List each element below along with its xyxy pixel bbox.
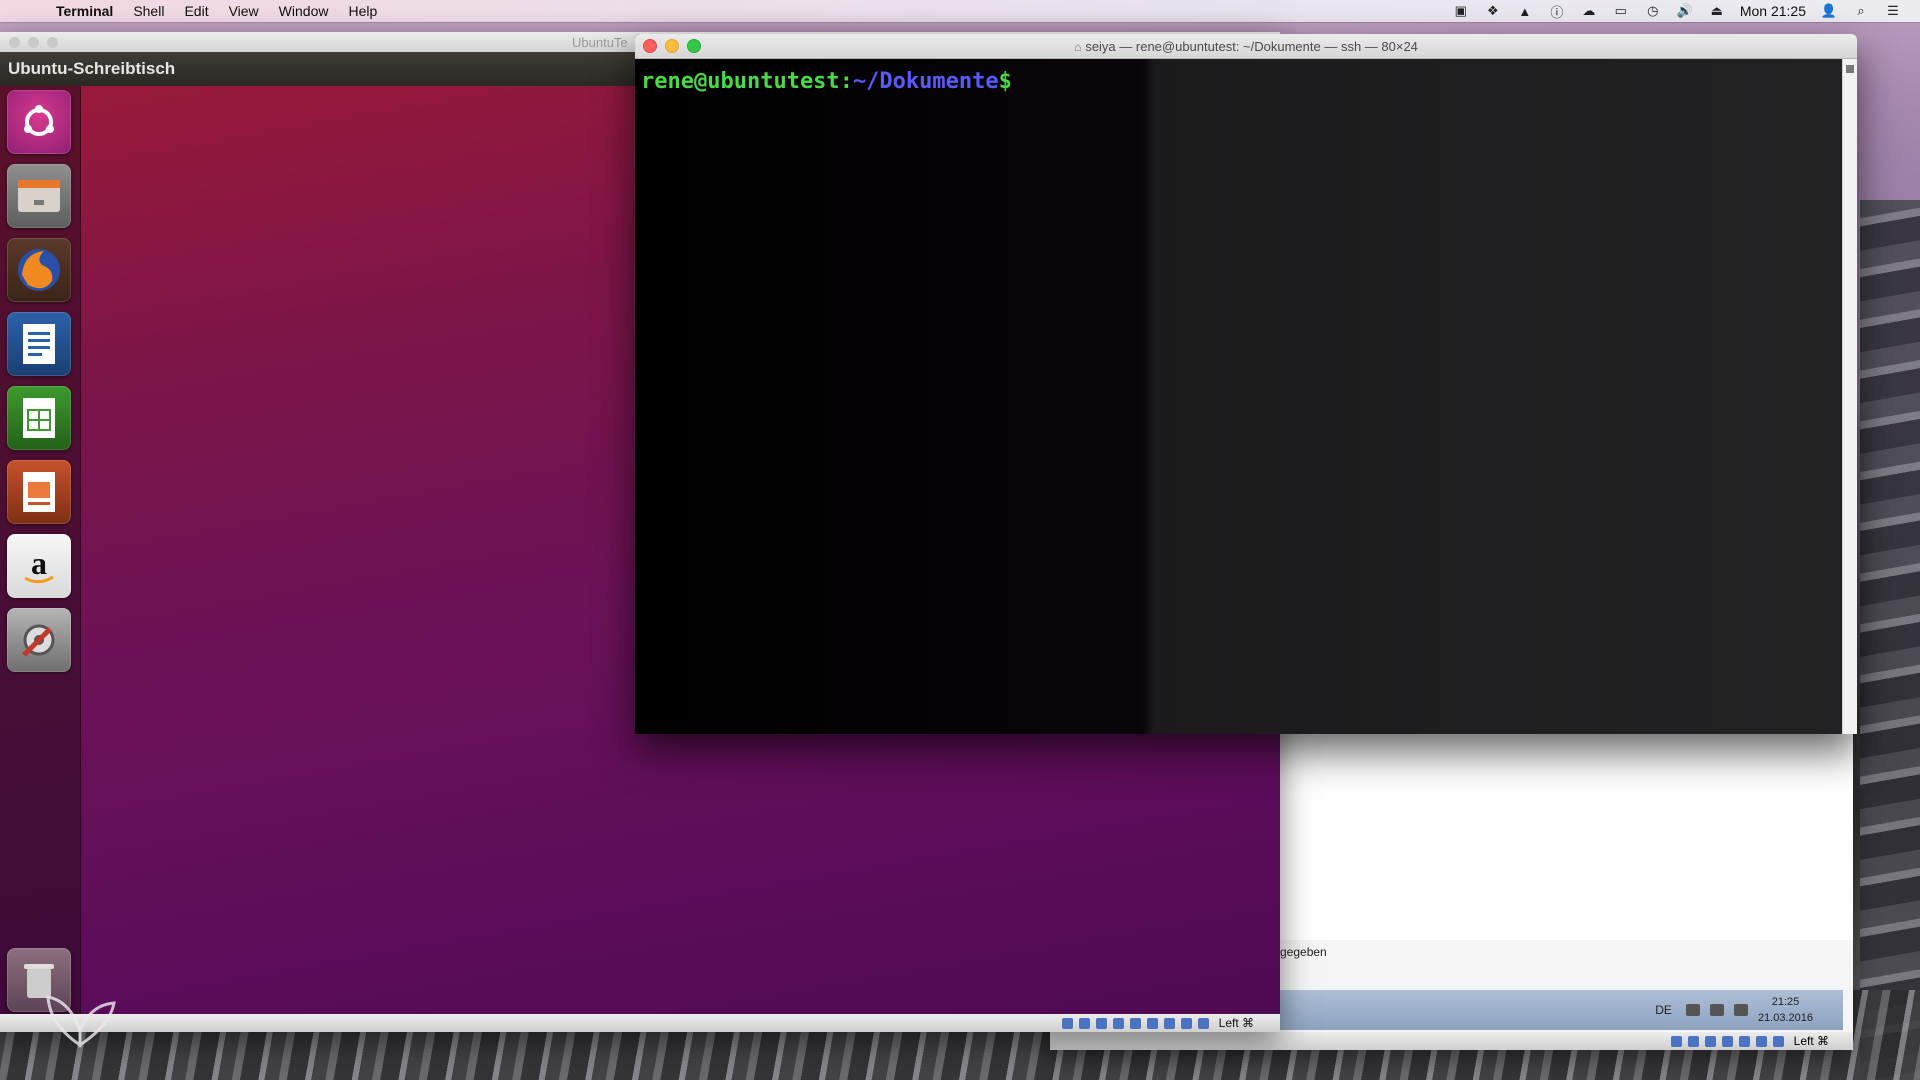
files-icon[interactable] bbox=[7, 164, 71, 228]
vm-status-icon[interactable] bbox=[1772, 1035, 1784, 1047]
vm-status-icon[interactable] bbox=[1721, 1035, 1733, 1047]
vm-status-icon[interactable] bbox=[1704, 1035, 1716, 1047]
vm-status-icon[interactable] bbox=[1078, 1017, 1090, 1029]
windows-clock[interactable]: 21:25 21.03.2016 bbox=[1758, 994, 1813, 1026]
dash-home-icon[interactable] bbox=[7, 90, 71, 154]
windows-taskbar: DE 21:25 21.03.2016 bbox=[1280, 990, 1843, 1030]
windows-time: 21:25 bbox=[1771, 996, 1800, 1008]
terminal-title: ⌂ seiya — rene@ubuntutest: ~/Dokumente — … bbox=[635, 39, 1857, 54]
firefox-icon[interactable] bbox=[7, 238, 71, 302]
ubuntu-vm-statusbar: Left ⌘ bbox=[0, 1014, 1280, 1032]
windows-vm-statusbar: Left ⌘ bbox=[1050, 1032, 1853, 1050]
macos-menu-bar: Terminal Shell Edit View Window Help ▣ ❖… bbox=[0, 0, 1920, 22]
vm-status-icon[interactable] bbox=[1197, 1017, 1209, 1029]
volume-icon[interactable] bbox=[1733, 1004, 1748, 1016]
cloud-icon[interactable]: ☁ bbox=[1580, 3, 1598, 18]
vm-status-icon[interactable] bbox=[1180, 1017, 1192, 1029]
ubuntu-desktop-title: Ubuntu-Schreibtisch bbox=[8, 59, 176, 78]
home-icon: ⌂ bbox=[1074, 39, 1082, 54]
language-indicator[interactable]: DE bbox=[1655, 1003, 1672, 1017]
windows-date: 21.03.2016 bbox=[1757, 1012, 1813, 1024]
network-icon[interactable] bbox=[1709, 1004, 1724, 1016]
screenshot-icon[interactable]: ▣ bbox=[1452, 3, 1470, 18]
parallels-butterfly-logo bbox=[46, 995, 116, 1048]
prompt-separator: : bbox=[839, 69, 853, 94]
terminal-title-text: seiya — rene@ubuntutest: ~/Dokumente — s… bbox=[1085, 38, 1418, 54]
vm-status-icon[interactable] bbox=[1687, 1035, 1699, 1047]
prompt-user: rene@ubuntutest bbox=[641, 69, 840, 94]
prompt-path: ~/Dokumente bbox=[852, 69, 999, 94]
display-icon[interactable]: ▭ bbox=[1612, 3, 1630, 18]
vm-status-icon[interactable] bbox=[1129, 1017, 1141, 1029]
volume-icon[interactable]: 🔊 bbox=[1676, 3, 1694, 18]
prompt-sign: $ bbox=[998, 69, 1012, 94]
terminal-window[interactable]: ⌂ seiya — rene@ubuntutest: ~/Dokumente — … bbox=[635, 34, 1857, 734]
action-center-icon[interactable] bbox=[1685, 1004, 1700, 1016]
vm-status-icon[interactable] bbox=[1112, 1017, 1124, 1029]
vm-status-icon[interactable] bbox=[1755, 1035, 1767, 1047]
notification-center-icon[interactable]: ☰ bbox=[1884, 3, 1902, 18]
dropbox-icon[interactable]: ❖ bbox=[1484, 3, 1502, 18]
close-button[interactable] bbox=[9, 36, 20, 48]
amazon-icon[interactable]: a bbox=[7, 534, 71, 598]
vm-title: UbuntuTe bbox=[572, 34, 628, 50]
menu-extras: ▣ ❖ ▲ ⓘ ☁ ▭ ◷ 🔊 ⏏ Mon 21:25 👤 ⌕ ☰ bbox=[1452, 3, 1902, 20]
desktop-rock-right bbox=[1860, 200, 1920, 1080]
vm-status-icon[interactable] bbox=[1670, 1035, 1682, 1047]
host-key-label: Left ⌘ bbox=[1218, 1016, 1254, 1030]
google-drive-icon[interactable]: ▲ bbox=[1516, 4, 1534, 19]
time-machine-icon[interactable]: ◷ bbox=[1644, 3, 1662, 18]
menu-edit[interactable]: Edit bbox=[184, 3, 208, 19]
system-settings-icon[interactable] bbox=[7, 608, 71, 672]
spotlight-search-icon[interactable]: ⌕ bbox=[1852, 3, 1870, 18]
menu-help[interactable]: Help bbox=[348, 3, 377, 19]
terminal-titlebar[interactable]: ⌂ seiya — rene@ubuntutest: ~/Dokumente — … bbox=[635, 34, 1857, 59]
ubuntu-launcher: a bbox=[0, 86, 81, 1014]
menu-clock[interactable]: Mon 21:25 bbox=[1740, 3, 1806, 19]
vm-status-icon[interactable] bbox=[1146, 1017, 1158, 1029]
minimize-button[interactable] bbox=[28, 36, 39, 48]
maximize-button[interactable] bbox=[47, 36, 58, 48]
terminal-scrollbar[interactable] bbox=[1842, 59, 1857, 734]
menu-terminal[interactable]: Terminal bbox=[56, 3, 113, 19]
host-key-label: Left ⌘ bbox=[1793, 1034, 1829, 1048]
libreoffice-impress-icon[interactable] bbox=[7, 460, 71, 524]
vm-status-icon[interactable] bbox=[1061, 1017, 1073, 1029]
svg-text:a: a bbox=[31, 545, 47, 581]
vm-status-icon[interactable] bbox=[1738, 1035, 1750, 1047]
eject-icon[interactable]: ⏏ bbox=[1708, 3, 1726, 18]
vm-status-icon[interactable] bbox=[1095, 1017, 1107, 1029]
terminal-output[interactable]: rene@ubuntutest:~/Dokumente$ bbox=[635, 59, 1843, 734]
menu-shell[interactable]: Shell bbox=[133, 3, 164, 19]
libreoffice-writer-icon[interactable] bbox=[7, 312, 71, 376]
vm-status-icon[interactable] bbox=[1163, 1017, 1175, 1029]
user-icon[interactable]: 👤 bbox=[1820, 3, 1838, 18]
libreoffice-calc-icon[interactable] bbox=[7, 386, 71, 450]
menu-view[interactable]: View bbox=[229, 3, 259, 19]
split-pane-handle[interactable] bbox=[1846, 65, 1854, 73]
windows-dialog-text: gegeben bbox=[1280, 945, 1327, 959]
onepassword-icon[interactable]: ⓘ bbox=[1548, 4, 1566, 20]
menu-window[interactable]: Window bbox=[279, 3, 329, 19]
